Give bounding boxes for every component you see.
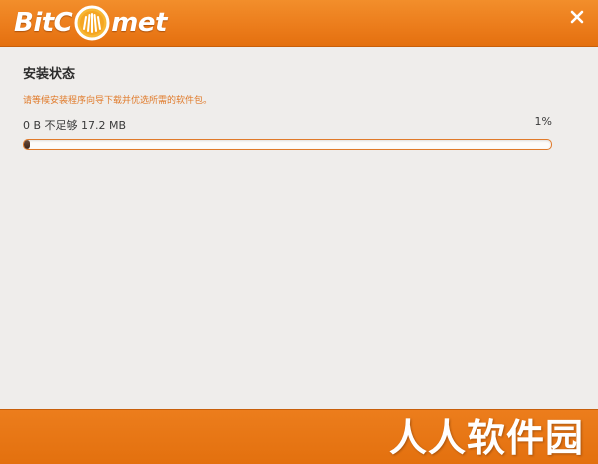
logo-text-prefix: BitC xyxy=(14,8,73,38)
comet-logo-icon xyxy=(74,5,110,41)
title-bar: BitC met xyxy=(0,0,598,47)
bitcomet-logo: BitC met xyxy=(14,4,167,42)
close-button[interactable] xyxy=(566,6,588,28)
progress-bar-fill xyxy=(24,140,31,149)
download-size-text: 0 B 不足够 17.2 MB xyxy=(23,119,127,132)
logo-text-suffix: met xyxy=(111,8,167,38)
progress-percent-text: 1% xyxy=(534,115,552,128)
progress-bar xyxy=(23,139,552,150)
installer-window: BitC met 安装状态 请等候安装程序向导下载并优选所需的软件包。 0 B … xyxy=(0,0,598,464)
progress-info: 0 B 不足够 17.2 MB 1% xyxy=(23,115,555,132)
status-description: 请等候安装程序向导下载并优选所需的软件包。 xyxy=(23,96,213,106)
footer-bar: 人人软件园 xyxy=(0,409,598,464)
watermark-text: 人人软件园 xyxy=(388,416,584,460)
install-status-panel: 安装状态 请等候安装程序向导下载并优选所需的软件包。 0 B 不足够 17.2 … xyxy=(23,66,555,132)
page-title: 安装状态 xyxy=(23,67,76,82)
close-icon xyxy=(570,10,584,24)
